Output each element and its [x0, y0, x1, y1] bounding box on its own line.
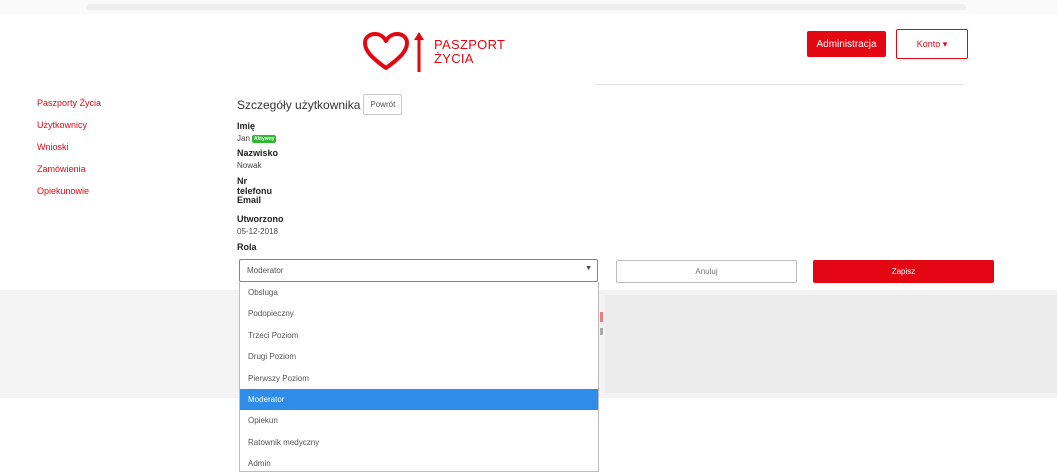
email-label: Email	[237, 195, 262, 205]
brand-name: PASZPORT ŻYCIA	[434, 38, 505, 66]
site-header: PASZPORT ŻYCIA Administracja Konto ▾	[0, 14, 1057, 84]
phone-label: Nr telefonu	[237, 176, 272, 196]
first-name-label: Imię	[237, 121, 256, 131]
caret-down-icon: ▼	[585, 265, 592, 272]
back-button[interactable]: Powrót	[363, 94, 403, 115]
status-badge: Aktywny	[251, 134, 277, 143]
account-dropdown-button[interactable]: Konto ▾	[896, 29, 968, 59]
header-divider	[595, 84, 963, 85]
sidebar-nav: Paszporty Życia Użytkownicy Wnioski Zamó…	[37, 97, 101, 207]
last-name-value: Nowak	[237, 161, 262, 170]
overlay-panel	[605, 295, 1057, 393]
created-label: Utworzono	[237, 214, 284, 224]
sidebar-item-users[interactable]: Użytkownicy	[37, 119, 101, 141]
sidebar-item-passports[interactable]: Paszporty Życia	[37, 97, 101, 119]
role-label: Rola	[237, 242, 257, 252]
sidebar-item-requests[interactable]: Wnioski	[37, 141, 101, 163]
role-option-ratownik-medyczny[interactable]: Ratownik medyczny	[240, 432, 598, 453]
role-option-trzeci-poziom[interactable]: Trzeci Poziom	[240, 325, 598, 346]
role-option-admin[interactable]: Admin	[240, 453, 598, 471]
page-title: Szczegóły użytkownika	[237, 97, 361, 112]
brand-line-2: ŻYCIA	[434, 51, 474, 66]
heart-icon	[363, 32, 409, 70]
save-button[interactable]: Zapisz	[813, 260, 994, 283]
brand-line-1: PASZPORT	[434, 37, 506, 52]
sidebar-item-caregivers[interactable]: Opiekunowie	[37, 185, 101, 207]
role-options-list: Obsluga Podopieczny Trzeci Poziom Drugi …	[239, 282, 599, 472]
role-option-drugi-poziom[interactable]: Drugi Poziom	[240, 346, 598, 367]
up-arrow-icon	[414, 32, 424, 72]
browser-top-strip	[0, 0, 1057, 14]
clipped-text-fragment	[600, 312, 603, 322]
first-name-value: Jan Aktywny	[237, 134, 277, 143]
last-name-label: Nazwisko	[237, 148, 279, 158]
role-option-podopieczny[interactable]: Podopieczny	[240, 303, 598, 324]
administration-button[interactable]: Administracja	[807, 31, 886, 57]
first-name-text: Jan	[237, 134, 250, 143]
role-option-opiekun[interactable]: Opiekun	[240, 410, 598, 431]
clipped-text-fragment-2	[600, 328, 603, 335]
site-logo[interactable]: PASZPORT ŻYCIA	[362, 30, 505, 74]
role-option-obsluga[interactable]: Obsluga	[240, 282, 598, 303]
created-value: 05-12-2018	[237, 227, 278, 236]
role-select-value: Moderator	[247, 266, 284, 275]
truncated-top-text	[86, 4, 966, 10]
sidebar-item-orders[interactable]: Zamówienia	[37, 163, 101, 185]
role-option-moderator[interactable]: Moderator	[240, 388, 598, 411]
role-select[interactable]: Moderator ▼	[239, 259, 598, 282]
cancel-button[interactable]: Anuluj	[616, 260, 797, 283]
details-header: Szczegóły użytkownika Powrót	[237, 94, 403, 115]
role-option-pierwszy-poziom[interactable]: Pierwszy Poziom	[240, 368, 598, 389]
